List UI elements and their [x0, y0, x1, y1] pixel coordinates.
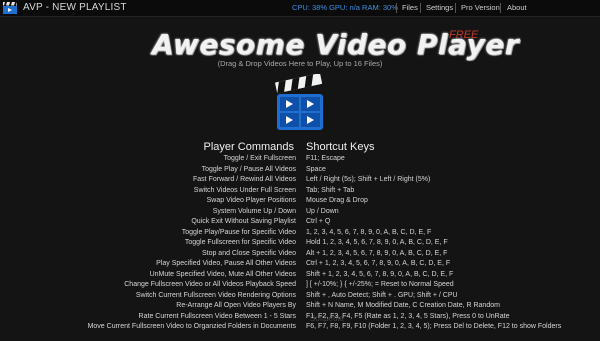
shortcut-keys: ] [ +/-10%; } { +/-25%; = Reset to Norma… — [306, 281, 454, 288]
window-title: AVP - NEW PLAYLIST — [23, 2, 127, 13]
shortcut-row[interactable]: Change Fullscreen Video or All Videos Pl… — [0, 280, 600, 291]
shortcut-row[interactable]: Toggle Play / Pause All Videos Space — [0, 165, 600, 176]
shortcut-row[interactable]: Stop and Close Specific Video Alt + 1, 2,… — [0, 249, 600, 260]
shortcut-keys: Shift + 1, 2, 3, 4, 5, 6, 7, 8, 9, 0, A,… — [306, 270, 454, 278]
command-label: Toggle Play/Pause for Specific Video — [181, 228, 296, 236]
command-label: Toggle / Exit Fullscreen — [223, 155, 296, 162]
command-label: Switch Videos Under Full Screen — [193, 186, 296, 194]
shortcut-row[interactable]: Quick Exit Without Saving Playlist Ctrl +… — [0, 217, 600, 228]
shortcut-row[interactable]: Toggle Fullscreen for Specific Video Hold… — [0, 238, 600, 249]
menu-divider — [396, 3, 397, 13]
command-label: Quick Exit Without Saving Playlist — [191, 218, 296, 225]
shortcut-keys: 1, 2, 3, 4, 5, 6, 7, 8, 9, 0, A, B, C, D… — [306, 228, 432, 236]
command-label: Swap Video Player Positions — [206, 197, 296, 204]
menu-divider — [500, 3, 501, 13]
shortcut-row[interactable]: Swap Video Player Positions Mouse Drag & … — [0, 196, 600, 207]
shortcut-keys: Mouse Drag & Drop — [306, 197, 368, 204]
shortcut-row[interactable]: Toggle / Exit Fullscreen F11; Escape — [0, 154, 600, 165]
shortcut-keys: Space — [306, 165, 326, 173]
free-badge: FREE — [449, 29, 479, 41]
shortcut-keys: Alt + 1, 2, 3, 4, 5, 6, 7, 8, 9, 0, A, B… — [306, 249, 448, 257]
command-label: Move Current Fullscreen Video to Organzi… — [87, 323, 296, 330]
shortcut-row[interactable]: Fast Forward / Rewind All Videos Left / R… — [0, 175, 600, 186]
shortcut-row[interactable]: UnMute Specified Video, Mute All Other V… — [0, 270, 600, 281]
command-label: Toggle Play / Pause All Videos — [201, 165, 296, 173]
command-label: Play Specified Video, Pause All Other Vi… — [156, 260, 296, 267]
shortcut-keys: Tab; Shift + Tab — [306, 186, 355, 194]
shortcut-row[interactable]: Play Specified Video, Pause All Other Vi… — [0, 259, 600, 270]
drop-hint: (Drag & Drop Videos Here to Play, Up to … — [217, 59, 383, 68]
menu-divider — [420, 3, 421, 13]
command-label: Toggle Fullscreen for Specific Video — [184, 239, 296, 246]
shortcut-row[interactable]: Switch Current Fullscreen Video Renderin… — [0, 291, 600, 302]
command-label: Stop and Close Specific Video — [201, 249, 296, 257]
command-label: Fast Forward / Rewind All Videos — [193, 176, 296, 183]
command-label: Rate Current Fullscreen Video Between 1 … — [138, 312, 296, 320]
shortcut-row[interactable]: Rate Current Fullscreen Video Between 1 … — [0, 312, 600, 323]
shortcut-row[interactable]: Move Current Fullscreen Video to Organzi… — [0, 322, 600, 333]
shortcut-keys: F6, F7, F8, F9, F10 (Folder 1, 2, 3, 4, … — [306, 323, 562, 330]
shortcut-row[interactable]: Toggle Play/Pause for Specific Video 1, 2… — [0, 228, 600, 239]
shortcut-keys: Shift + N Name, M Modified Date, C Creat… — [306, 302, 500, 309]
shortcut-row[interactable]: System Volume Up / Down Up / Down — [0, 207, 600, 218]
command-label: Re-Arrange All Open Video Players By — [176, 302, 296, 309]
shortcut-keys: F11; Escape — [306, 155, 345, 162]
shortcut-keys: Ctrl + 1, 2, 3, 4, 5, 6, 7, 8, 9, 0, A, … — [306, 260, 451, 267]
shortcut-row[interactable]: Re-Arrange All Open Video Players By Shif… — [0, 301, 600, 312]
shortcut-keys: Hold 1, 2, 3, 4, 5, 6, 7, 8, 9, 0, A, B,… — [306, 239, 448, 246]
shortcut-keys: Left / Right (5s); Shift + Left / Right … — [306, 176, 431, 183]
shortcut-keys: Up / Down — [306, 207, 339, 215]
clapperboard-play-icon[interactable] — [271, 74, 329, 132]
shortcut-keys: Shift + , Auto Detect; Shift + . GPU; Sh… — [306, 291, 458, 299]
menu-about[interactable]: About — [507, 3, 527, 12]
menu-settings[interactable]: Settings — [426, 3, 453, 12]
watermark: Softpedia — [310, 314, 344, 323]
clapperboard-icon — [3, 2, 17, 14]
shortcut-row[interactable]: Switch Videos Under Full Screen Tab; Shif… — [0, 186, 600, 197]
menu-pro-version[interactable]: Pro Version — [461, 3, 500, 12]
commands-column-header: Player Commands — [203, 141, 294, 153]
command-label: Switch Current Fullscreen Video Renderin… — [135, 291, 296, 299]
menu-files[interactable]: Files — [402, 3, 418, 12]
menu-divider — [455, 3, 456, 13]
title-bar: AVP - NEW PLAYLIST CPU: 38% GPU: n/a RAM… — [0, 0, 600, 17]
command-label: System Volume Up / Down — [212, 207, 296, 215]
keys-column-header: Shortcut Keys — [306, 141, 375, 153]
command-label: Change Fullscreen Video or All Videos Pl… — [124, 281, 296, 288]
system-stats: CPU: 38% GPU: n/a RAM: 30% — [292, 3, 398, 12]
command-label: UnMute Specified Video, Mute All Other V… — [149, 270, 296, 278]
shortcut-keys: Ctrl + Q — [306, 218, 331, 225]
